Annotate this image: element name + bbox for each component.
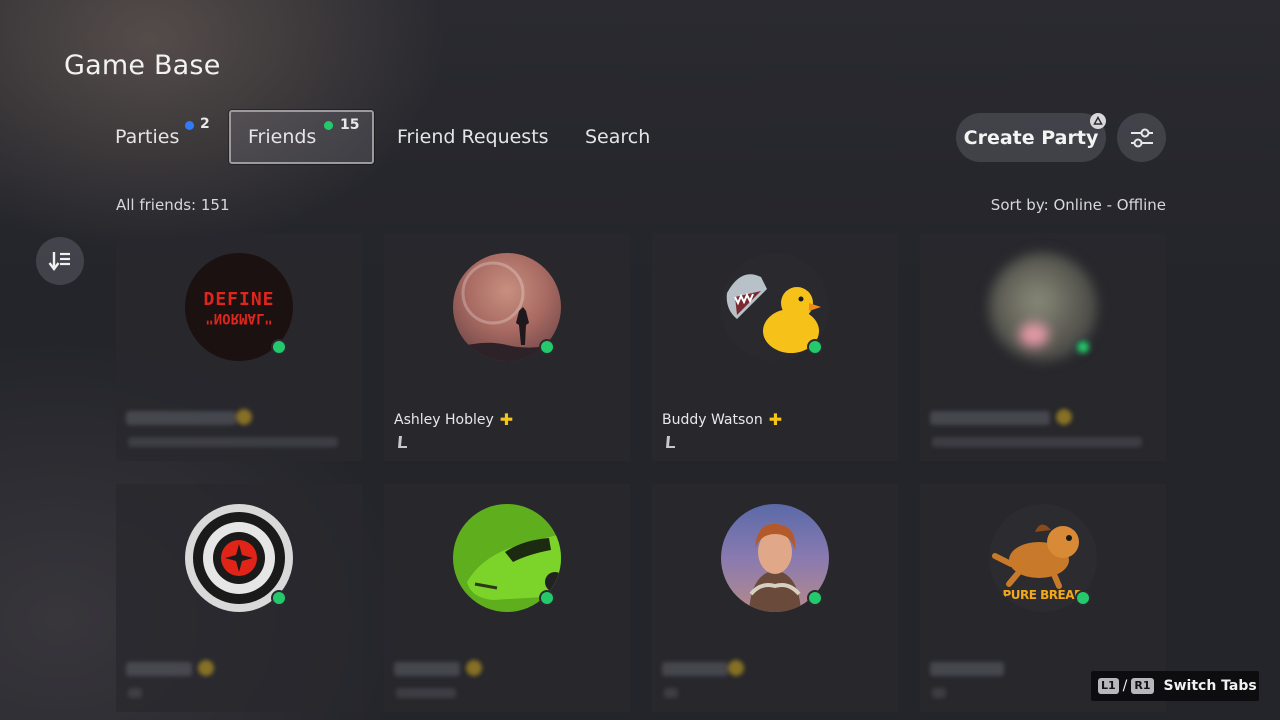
ps-plus-icon: ✚ (768, 410, 783, 429)
friend-card[interactable]: Buddy Watson ✚ (652, 233, 898, 461)
blurred-status (396, 688, 456, 698)
blurred-name (126, 411, 236, 425)
blurred-name (662, 662, 728, 676)
tab-label: Search (585, 126, 651, 148)
avatar-text: DEFINE (203, 288, 275, 310)
friend-card[interactable] (384, 484, 630, 712)
blurred-name (126, 662, 192, 676)
online-status-indicator (539, 590, 555, 606)
tab-friend-requests[interactable]: Friend Requests (397, 110, 557, 164)
ps-plus-icon (728, 660, 744, 676)
page-title: Game Base (64, 50, 221, 81)
tab-search[interactable]: Search (585, 110, 655, 164)
friend-card[interactable]: DEFINE "NORMAL" (116, 233, 362, 461)
avatar-text: "NORMAL" (205, 309, 273, 326)
triangle-icon (1090, 113, 1106, 129)
ps-plus-icon (1056, 409, 1072, 425)
ps-plus-icon (466, 660, 482, 676)
sliders-icon (1130, 128, 1153, 147)
online-status-indicator (271, 339, 287, 355)
tab-parties[interactable]: Parties 2 (101, 110, 221, 164)
all-friends-count: All friends: 151 (116, 196, 230, 214)
blurred-status (128, 437, 338, 447)
l1-button-icon: L1 (1098, 678, 1119, 694)
switch-tabs-label: Switch Tabs (1163, 678, 1257, 694)
tab-count-badge: 15 (340, 117, 360, 133)
tab-count-badge: 2 (200, 116, 210, 132)
ps5-console-icon (396, 435, 408, 452)
blurred-status (664, 688, 678, 698)
ps-plus-icon (198, 660, 214, 676)
hint-separator: / (1122, 678, 1128, 694)
ps-plus-icon (236, 409, 252, 425)
blurred-name (930, 662, 1004, 676)
sort-icon (48, 252, 70, 271)
tab-friends[interactable]: Friends 15 (229, 110, 374, 164)
friend-card[interactable] (920, 233, 1166, 461)
notification-dot (185, 121, 194, 130)
ps5-console-icon (664, 435, 676, 452)
online-status-indicator (1075, 339, 1091, 355)
ps-plus-icon: ✚ (499, 410, 514, 429)
online-status-indicator (807, 339, 823, 355)
friend-name: Buddy Watson ✚ (662, 410, 783, 429)
friend-card[interactable] (116, 484, 362, 712)
tab-label: Friend Requests (397, 126, 549, 148)
blurred-status (128, 688, 142, 698)
blurred-status (932, 688, 946, 698)
friend-name: Ashley Hobley ✚ (394, 410, 514, 429)
online-status-indicator (539, 339, 555, 355)
blurred-status (932, 437, 1142, 447)
tab-label: Parties (115, 126, 180, 148)
notification-dot (324, 121, 333, 130)
switch-tabs-hint: L1 / R1 Switch Tabs (1091, 671, 1259, 701)
online-status-indicator (1075, 590, 1091, 606)
friend-card[interactable]: Ashley Hobley ✚ (384, 233, 630, 461)
filter-button[interactable] (1117, 113, 1166, 162)
blurred-name (930, 411, 1050, 425)
blurred-name (394, 662, 460, 676)
create-party-label: Create Party (963, 126, 1099, 149)
tab-label: Friends (248, 126, 317, 148)
sort-order-button[interactable] (36, 237, 84, 285)
online-status-indicator (807, 590, 823, 606)
create-party-button[interactable]: Create Party (956, 113, 1106, 162)
friend-card[interactable] (652, 484, 898, 712)
online-status-indicator (271, 590, 287, 606)
sort-by-label[interactable]: Sort by: Online - Offline (991, 196, 1166, 214)
r1-button-icon: R1 (1131, 678, 1154, 694)
